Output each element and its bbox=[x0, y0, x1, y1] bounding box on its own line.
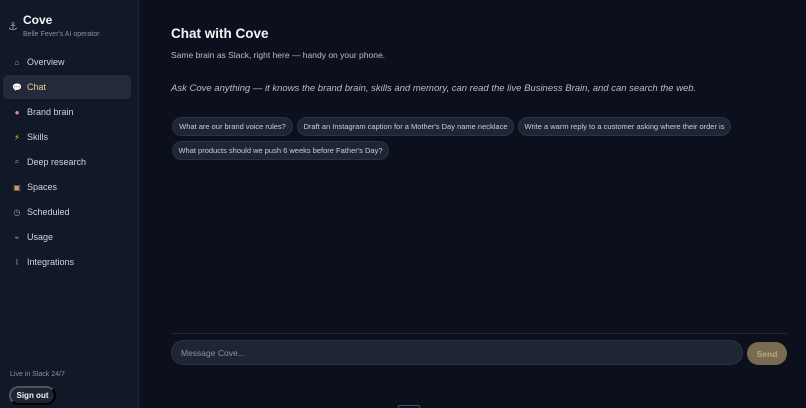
sidebar-item-spaces[interactable]: ▣ Spaces bbox=[3, 175, 131, 199]
brand-subtitle: Belle Fever's AI operator bbox=[23, 31, 100, 38]
lightning-icon: ⚡ bbox=[14, 132, 20, 142]
live-status: Live in Slack 24/7 bbox=[10, 371, 65, 378]
send-button[interactable]: Send bbox=[747, 342, 787, 365]
trend-icon: ⌁ bbox=[14, 232, 20, 242]
sidebar-item-usage[interactable]: ⌁ Usage bbox=[3, 225, 131, 249]
sidebar-item-chat[interactable]: 💬 Chat bbox=[3, 75, 131, 99]
sidebar-item-label: Chat bbox=[27, 82, 47, 92]
sidebar-item-overview[interactable]: ⌂ Overview bbox=[3, 50, 131, 74]
sidebar-item-scheduled[interactable]: ◷ Scheduled bbox=[3, 200, 131, 224]
clock-icon: ◷ bbox=[13, 207, 21, 217]
plug-icon: ⌇ bbox=[15, 257, 19, 267]
page-title: Chat with Cove bbox=[171, 26, 269, 41]
message-input[interactable] bbox=[171, 340, 743, 365]
suggestion-chip[interactable]: What products should we push 6 weeks bef… bbox=[172, 141, 389, 160]
home-icon: ⌂ bbox=[14, 57, 20, 67]
sidebar-item-integrations[interactable]: ⌇ Integrations bbox=[3, 250, 131, 274]
page-subtitle: Same brain as Slack, right here — handy … bbox=[171, 50, 386, 60]
brand: ⚓ Cove Belle Fever's AI operator bbox=[8, 13, 99, 39]
sidebar-item-skills[interactable]: ⚡ Skills bbox=[3, 125, 131, 149]
sidebar-item-deep-research[interactable]: ⌕ Deep research bbox=[3, 150, 131, 174]
sidebar-item-label: Brand brain bbox=[27, 107, 74, 117]
sidebar-item-label: Spaces bbox=[27, 182, 58, 192]
sidebar-nav: ⌂ Overview 💬 Chat ● Brand brain ⚡ Skills… bbox=[3, 50, 131, 275]
box-icon: ▣ bbox=[13, 182, 21, 192]
chat-bubble-icon: 💬 bbox=[12, 82, 22, 92]
suggestion-chip[interactable]: Write a warm reply to a customer asking … bbox=[518, 117, 731, 136]
brand-text: Cove Belle Fever's AI operator bbox=[23, 13, 99, 39]
suggestion-chip[interactable]: What are our brand voice rules? bbox=[172, 117, 293, 136]
magnifier-icon: ⌕ bbox=[14, 157, 20, 166]
sidebar-item-label: Usage bbox=[27, 232, 54, 242]
sidebar: ⚓ Cove Belle Fever's AI operator ⌂ Overv… bbox=[0, 0, 139, 408]
chat-intro: Ask Cove anything — it knows the brand b… bbox=[171, 83, 697, 94]
brand-title: Cove bbox=[23, 13, 53, 27]
sidebar-item-label: Overview bbox=[27, 57, 65, 67]
suggestion-chip[interactable]: Draft an Instagram caption for a Mother'… bbox=[297, 117, 514, 136]
sidebar-item-label: Scheduled bbox=[27, 207, 70, 217]
brain-icon: ● bbox=[14, 107, 20, 117]
anchor-icon: ⚓ bbox=[8, 21, 18, 33]
sidebar-item-label: Skills bbox=[27, 132, 49, 142]
sidebar-item-label: Integrations bbox=[27, 257, 75, 267]
composer-divider bbox=[171, 333, 787, 334]
sign-out-button[interactable]: Sign out bbox=[9, 386, 56, 405]
sidebar-item-label: Deep research bbox=[27, 157, 87, 167]
sidebar-item-brand-brain[interactable]: ● Brand brain bbox=[3, 100, 131, 124]
